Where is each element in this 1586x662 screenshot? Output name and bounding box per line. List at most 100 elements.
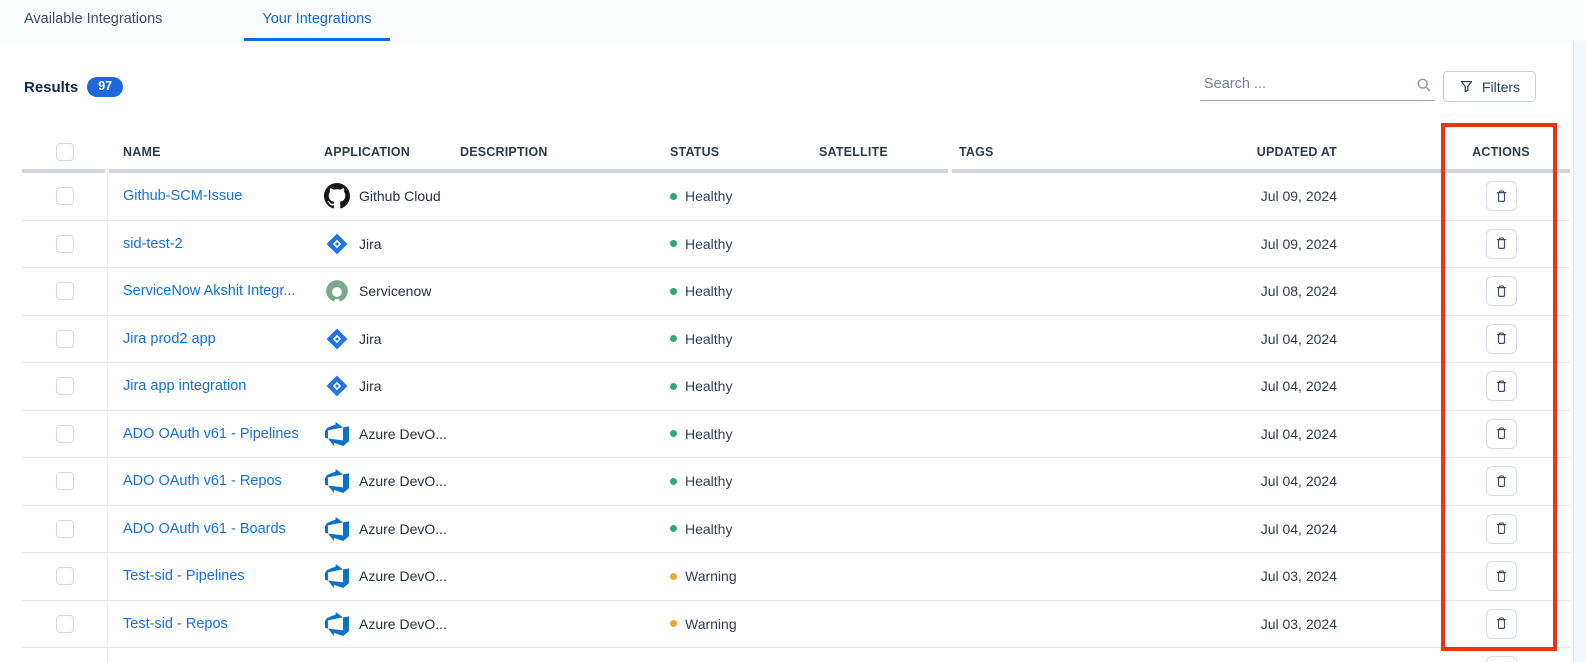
integration-name-link[interactable]: Test-sid - Pipelines [123,568,318,584]
table-body: Github-SCM-IssueGithub CloudHealthyJul 0… [22,173,1570,662]
application-label: Jira [359,236,382,252]
column-header-actions: ACTIONS [1442,145,1560,159]
updated-at-cell: Jul 03, 2024 [1202,616,1442,632]
application-cell: Azure DevO... [318,468,460,494]
jira-icon [324,326,350,352]
row-checkbox[interactable] [56,472,74,490]
row-checkbox[interactable] [56,520,74,538]
azure-devops-icon [324,421,350,447]
application-cell: Azure DevO... [318,516,460,542]
row-select-cell [22,425,107,443]
results-summary: Results 97 [24,72,123,102]
delete-integration-button[interactable] [1486,324,1517,354]
row-checkbox[interactable] [56,282,74,300]
integration-name-link[interactable]: ADO OAuth v61 - Boards [123,521,318,537]
actions-cell [1442,229,1560,259]
status-label: Healthy [685,521,732,537]
name-cell: Test-sid - Pipelines [107,568,318,584]
status-cell: Healthy [670,331,819,347]
jira-icon [324,231,350,257]
table-row: ADO OAuth v61 - ReposAzure DevO...Health… [22,458,1570,506]
tab-available-integrations[interactable]: Available Integrations [6,0,180,41]
row-checkbox[interactable] [56,330,74,348]
integration-name-link[interactable]: Jira app integration [123,378,318,394]
name-cell: Jira prod2 app [107,331,318,347]
content-card: Results 97 Filters [0,41,1573,662]
status-cell: Healthy [670,236,819,252]
name-cell: Test-sid - Repos [107,616,318,632]
azure-devops-icon [324,611,350,637]
integration-name-link[interactable]: sid-test-2 [123,236,318,252]
application-label: Jira [359,331,382,347]
delete-integration-button[interactable] [1486,514,1517,544]
row-checkbox[interactable] [56,377,74,395]
integration-name-link[interactable]: Jira prod2 app [123,331,318,347]
delete-integration-button[interactable] [1486,466,1517,496]
column-header-application: APPLICATION [318,145,460,159]
integration-name-link[interactable]: ADO OAuth v61 - Pipelines [123,426,318,442]
search-icon [1416,77,1432,98]
delete-integration-button[interactable] [1486,609,1517,639]
row-select-cell [22,472,107,490]
row-checkbox[interactable] [56,425,74,443]
github-icon [324,183,350,209]
actions-cell [1442,656,1560,662]
row-checkbox[interactable] [56,235,74,253]
application-label: Jira [359,378,382,394]
trash-icon [1494,569,1509,584]
row-select-cell [22,330,107,348]
results-count-badge: 97 [87,77,123,97]
integrations-page: Available Integrations Your Integrations… [0,0,1586,662]
actions-cell [1442,324,1560,354]
status-cell: Healthy [670,378,819,394]
filter-funnel-icon [1459,79,1474,94]
row-select-cell [22,567,107,585]
status-dot [670,288,677,295]
row-select-cell [22,377,107,395]
updated-at-cell: Jul 03, 2024 [1202,568,1442,584]
row-checkbox[interactable] [56,187,74,205]
row-checkbox[interactable] [56,615,74,633]
application-cell: Servicenow [318,278,460,304]
search-input[interactable] [1200,70,1404,98]
row-checkbox[interactable] [56,567,74,585]
delete-integration-button[interactable] [1486,229,1517,259]
status-label: Healthy [685,188,732,204]
integration-name-link[interactable]: ADO OAuth v61 - Repos [123,473,318,489]
application-label: Azure DevO... [359,473,447,489]
application-cell: Jira [318,373,460,399]
status-dot [670,620,677,627]
integration-name-link[interactable]: ServiceNow Akshit Integr... [123,283,318,299]
delete-integration-button[interactable] [1486,181,1517,211]
updated-at-cell: Jul 08, 2024 [1202,283,1442,299]
tab-your-integrations[interactable]: Your Integrations [244,0,389,41]
delete-integration-button[interactable] [1486,561,1517,591]
row-select-cell [22,520,107,538]
filters-button-label: Filters [1482,79,1520,95]
status-cell: Warning [670,568,819,584]
table-row: ServiceNow Akshit Integr...Servicenow Hea… [22,268,1570,316]
row-select-cell [22,235,107,253]
status-dot [670,573,677,580]
trash-icon [1494,236,1509,251]
application-cell: Azure DevO... [318,421,460,447]
trash-icon [1494,331,1509,346]
updated-at-cell: Jul 04, 2024 [1202,331,1442,347]
trash-icon [1494,521,1509,536]
delete-integration-button[interactable] [1486,276,1517,306]
delete-integration-button[interactable] [1486,371,1517,401]
status-dot [670,335,677,342]
status-cell: Healthy [670,283,819,299]
delete-integration-button[interactable] [1486,419,1517,449]
filters-button[interactable]: Filters [1443,71,1536,102]
column-header-description: DESCRIPTION [460,145,670,159]
row-select-cell [22,282,107,300]
integration-name-link[interactable]: Github-SCM-Issue [123,188,318,204]
application-cell: Jira [318,326,460,352]
select-all-checkbox[interactable] [56,143,74,161]
status-label: Warning [685,568,737,584]
integration-name-link[interactable]: Test-sid - Repos [123,616,318,632]
delete-integration-button[interactable] [1486,656,1517,662]
status-cell: Warning [670,616,819,632]
name-cell: ADO OAuth v61 - Pipelines [107,426,318,442]
